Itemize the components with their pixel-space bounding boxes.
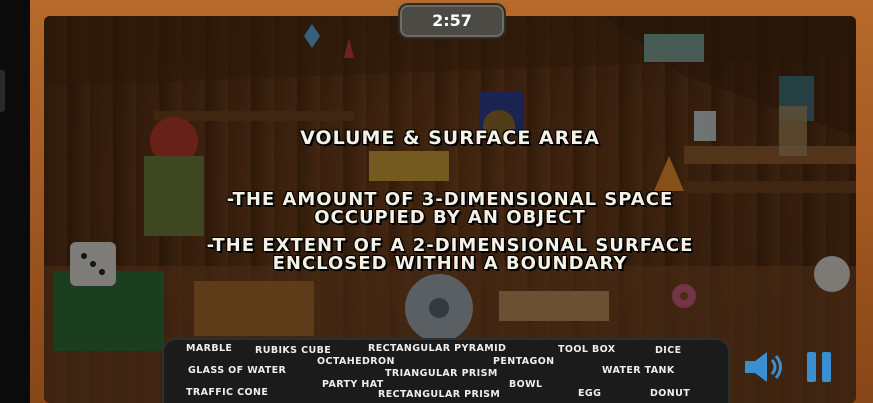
pause-icon	[807, 352, 831, 382]
item-to-find: TRIANGULAR PRISM	[385, 368, 498, 379]
countdown-timer: 2:57	[398, 3, 506, 39]
game-screen: VOLUME & SURFACE AREA -THE AMOUNT OF 3-D…	[0, 0, 873, 403]
screen-edge	[0, 0, 30, 403]
item-to-find: TRAFFIC CONE	[186, 387, 269, 398]
item-to-find: MARBLE	[186, 343, 233, 354]
item-to-find: RECTANGULAR PRISM	[378, 389, 501, 400]
items-to-find-panel: MARBLE RUBIKS CUBE RECTANGULAR PYRAMID T…	[162, 338, 730, 403]
lesson-line: ENCLOSED WITHIN A BOUNDARY	[272, 253, 628, 274]
lesson-title: VOLUME & SURFACE AREA	[300, 127, 600, 149]
item-to-find: EGG	[578, 388, 602, 399]
item-to-find: RECTANGULAR PYRAMID	[368, 343, 507, 354]
sound-button[interactable]	[742, 348, 788, 386]
item-to-find: WATER TANK	[602, 365, 675, 376]
edge-notch	[0, 70, 5, 112]
item-to-find: BOWL	[509, 379, 543, 390]
pause-button[interactable]	[803, 348, 835, 386]
item-to-find: PARTY HAT	[322, 379, 384, 390]
item-to-find: DONUT	[650, 388, 691, 399]
item-to-find: OCTAHEDRON	[317, 356, 395, 367]
item-to-find: PENTAGON	[493, 356, 555, 367]
speaker-icon	[745, 352, 782, 382]
item-to-find: DICE	[655, 345, 682, 356]
item-to-find: TOOL BOX	[558, 344, 616, 355]
lesson-line: OCCUPIED BY AN OBJECT	[314, 207, 586, 228]
item-to-find: RUBIKS CUBE	[255, 345, 332, 356]
item-to-find: GLASS OF WATER	[188, 365, 287, 376]
